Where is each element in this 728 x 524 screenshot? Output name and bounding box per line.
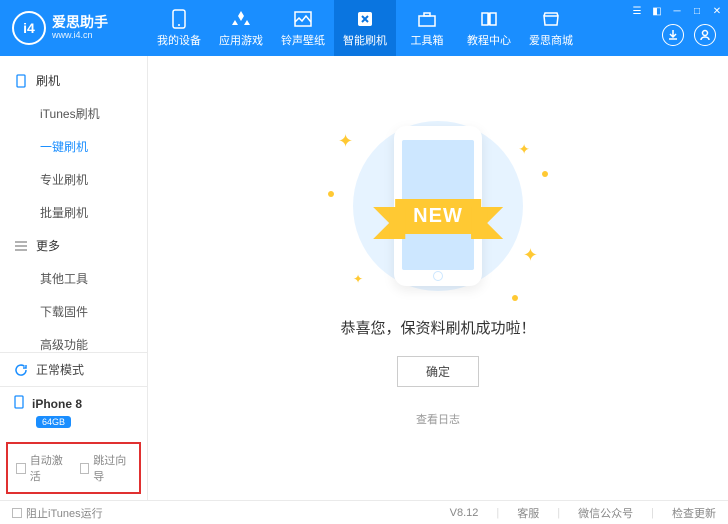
app-title: 爱思助手 xyxy=(52,15,108,30)
sparkle-icon: ✦ xyxy=(338,131,353,152)
logo-icon: i4 xyxy=(12,11,46,45)
phone-icon xyxy=(169,9,189,29)
storage-badge: 64GB xyxy=(36,416,71,428)
tab-store[interactable]: 爱思商城 xyxy=(520,0,582,56)
sparkle-icon: ✦ xyxy=(353,272,363,286)
menu-icon[interactable]: ☰ xyxy=(630,4,644,18)
device-icon xyxy=(14,395,24,412)
maximize-icon[interactable]: □ xyxy=(690,4,704,18)
sidebar-item-other-tools[interactable]: 其他工具 xyxy=(0,262,147,295)
device-name: iPhone 8 xyxy=(32,397,82,411)
toolbox-icon xyxy=(417,9,437,29)
tab-tutorials[interactable]: 教程中心 xyxy=(458,0,520,56)
main-content: NEW ✦ ✦ ✦ ✦ 恭喜您，保资料刷机成功啦！ 确定 查看日志 xyxy=(148,56,728,500)
sidebar-section-flash[interactable]: 刷机 xyxy=(0,64,147,97)
user-icon[interactable] xyxy=(694,24,716,46)
checkbox-icon xyxy=(12,508,22,518)
checkbox-skip-wizard[interactable]: 跳过向导 xyxy=(80,452,132,484)
tab-label: 教程中心 xyxy=(467,32,511,48)
store-icon xyxy=(541,9,561,29)
sparkle-icon: ✦ xyxy=(523,245,538,266)
mode-label: 正常模式 xyxy=(36,361,84,378)
close-icon[interactable]: ✕ xyxy=(710,4,724,18)
tab-label: 工具箱 xyxy=(411,32,444,48)
apps-icon xyxy=(231,9,251,29)
minimize-icon[interactable]: ─ xyxy=(670,4,684,18)
tab-label: 应用游戏 xyxy=(219,32,263,48)
refresh-icon xyxy=(14,363,28,377)
version-label: V8.12 xyxy=(450,507,479,519)
section-label: 更多 xyxy=(36,237,60,254)
sidebar-item-download-fw[interactable]: 下载固件 xyxy=(0,295,147,328)
support-link[interactable]: 客服 xyxy=(517,505,539,521)
tab-ringtones[interactable]: 铃声壁纸 xyxy=(272,0,334,56)
tab-my-device[interactable]: 我的设备 xyxy=(148,0,210,56)
skin-icon[interactable]: ◧ xyxy=(650,4,664,18)
logo-area: i4 爱思助手 www.i4.cn xyxy=(0,11,148,45)
app-subtitle: www.i4.cn xyxy=(52,31,108,41)
section-label: 刷机 xyxy=(36,72,60,89)
checkbox-icon xyxy=(80,463,90,474)
tab-label: 智能刷机 xyxy=(343,32,387,48)
new-ribbon: NEW xyxy=(395,199,481,234)
tab-flash[interactable]: 智能刷机 xyxy=(334,0,396,56)
tab-apps[interactable]: 应用游戏 xyxy=(210,0,272,56)
sparkle-icon: ✦ xyxy=(518,141,530,158)
device-box[interactable]: iPhone 8 64GB xyxy=(0,386,147,436)
sidebar: 刷机 iTunes刷机 一键刷机 专业刷机 批量刷机 更多 其他工具 下载固件 … xyxy=(0,56,148,500)
tab-tools[interactable]: 工具箱 xyxy=(396,0,458,56)
sidebar-item-itunes-flash[interactable]: iTunes刷机 xyxy=(0,97,147,130)
wechat-link[interactable]: 微信公众号 xyxy=(578,505,633,521)
image-icon xyxy=(293,9,313,29)
app-header: i4 爱思助手 www.i4.cn 我的设备 应用游戏 铃声壁纸 智能刷机 工具… xyxy=(0,0,728,56)
options-highlight: 自动激活 跳过向导 xyxy=(6,442,141,494)
checkbox-label: 自动激活 xyxy=(30,452,68,484)
flash-icon xyxy=(355,9,375,29)
checkbox-label: 跳过向导 xyxy=(93,452,131,484)
checkbox-block-itunes[interactable]: 阻止iTunes运行 xyxy=(12,505,103,521)
tab-label: 我的设备 xyxy=(157,32,201,48)
checkbox-label: 阻止iTunes运行 xyxy=(26,505,103,521)
ok-button[interactable]: 确定 xyxy=(397,356,479,387)
download-icon[interactable] xyxy=(662,24,684,46)
sidebar-item-oneclick-flash[interactable]: 一键刷机 xyxy=(0,130,147,163)
tab-label: 铃声壁纸 xyxy=(281,32,325,48)
sidebar-section-more[interactable]: 更多 xyxy=(0,229,147,262)
checkbox-auto-activate[interactable]: 自动激活 xyxy=(16,452,68,484)
mode-box[interactable]: 正常模式 xyxy=(0,352,147,386)
success-message: 恭喜您，保资料刷机成功啦！ xyxy=(340,317,535,338)
footer: 阻止iTunes运行 V8.12 | 客服 | 微信公众号 | 检查更新 xyxy=(0,500,728,524)
sidebar-item-advanced[interactable]: 高级功能 xyxy=(0,328,147,352)
view-log-link[interactable]: 查看日志 xyxy=(416,411,460,427)
tab-label: 爱思商城 xyxy=(529,32,573,48)
window-controls: ☰ ◧ ─ □ ✕ xyxy=(630,4,724,18)
sidebar-item-pro-flash[interactable]: 专业刷机 xyxy=(0,163,147,196)
list-icon xyxy=(14,239,28,253)
checkbox-icon xyxy=(16,463,26,474)
success-illustration: NEW ✦ ✦ ✦ ✦ xyxy=(328,111,548,301)
sidebar-item-batch-flash[interactable]: 批量刷机 xyxy=(0,196,147,229)
book-icon xyxy=(479,9,499,29)
update-link[interactable]: 检查更新 xyxy=(672,505,716,521)
top-tabs: 我的设备 应用游戏 铃声壁纸 智能刷机 工具箱 教程中心 爱思商城 xyxy=(148,0,582,56)
phone-small-icon xyxy=(14,74,28,88)
header-right-icons xyxy=(662,24,716,46)
